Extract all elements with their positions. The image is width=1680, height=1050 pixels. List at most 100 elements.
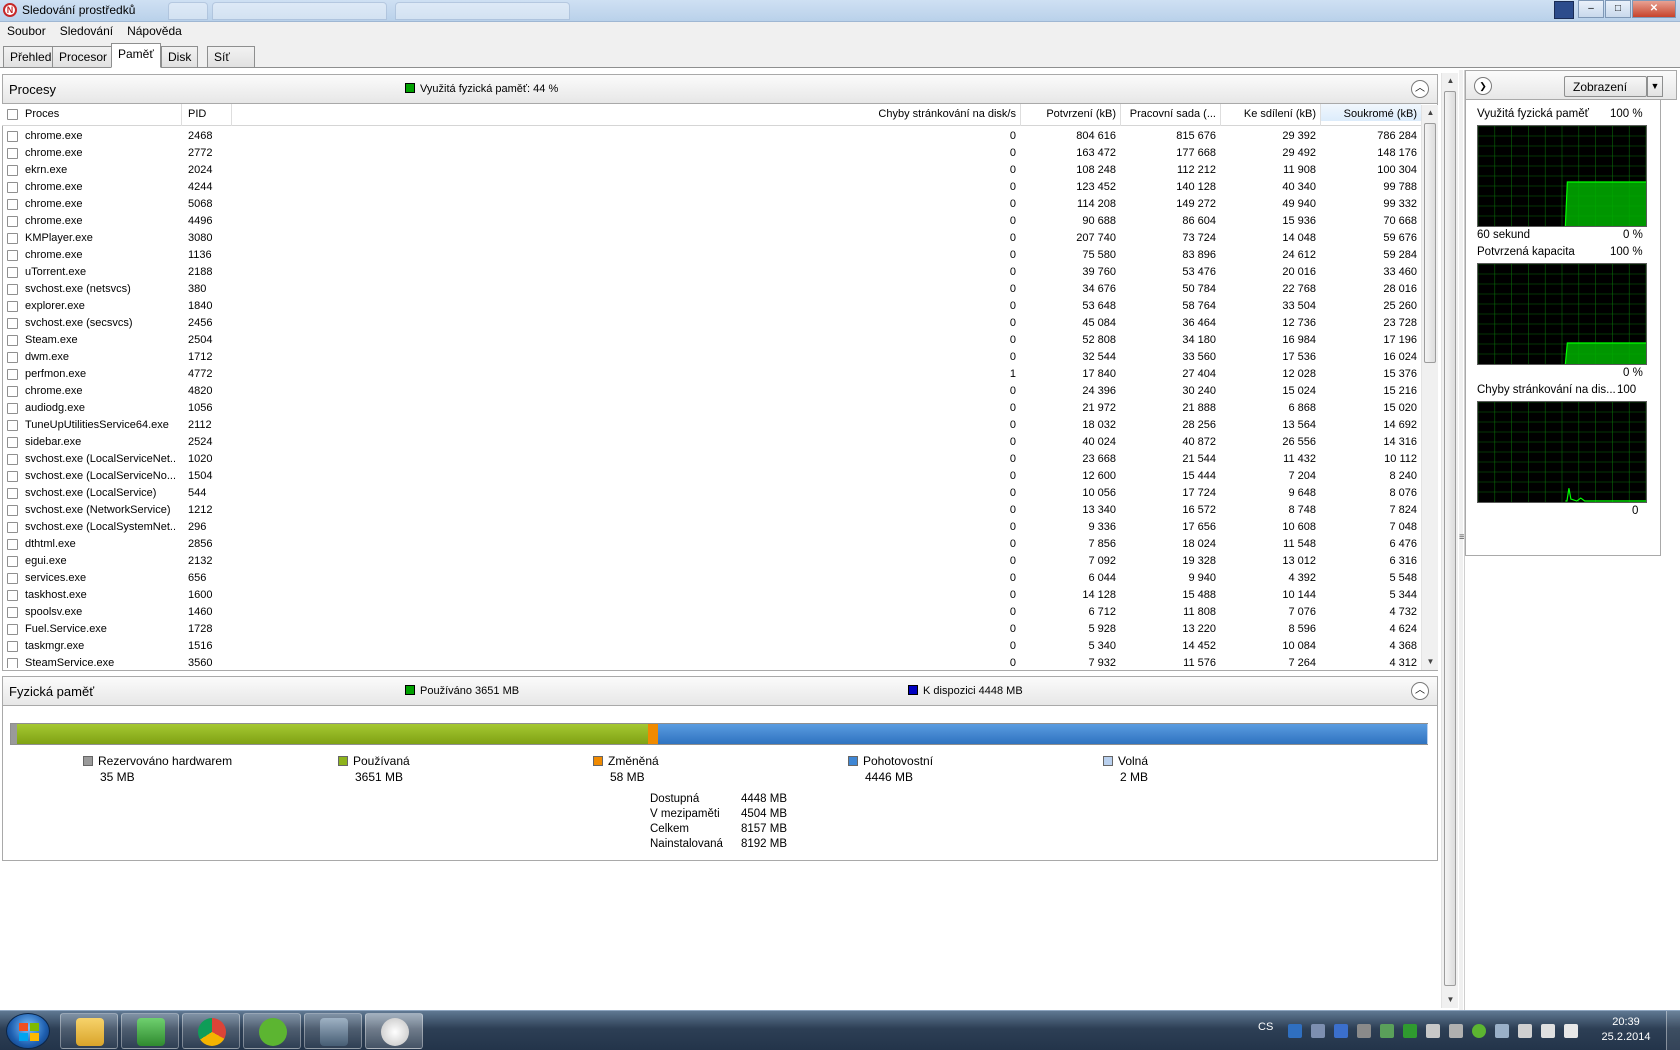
taskbar-explorer[interactable] [60, 1013, 118, 1049]
process-checkbox[interactable] [7, 505, 18, 516]
menu-napoveda[interactable]: Nápověda [120, 22, 189, 41]
table-row[interactable]: uTorrent.exe 2188 0 39 760 53 476 20 016 33 46… [2, 264, 1421, 281]
process-checkbox[interactable] [7, 590, 18, 601]
clock[interactable]: 20:39 25.2.2014 [1596, 1015, 1656, 1045]
eset-icon[interactable] [1288, 1024, 1302, 1038]
steam-icon[interactable] [1426, 1024, 1440, 1038]
table-row[interactable]: chrome.exe 4820 0 24 396 30 240 15 024 15 216 [2, 383, 1421, 400]
start-button[interactable] [6, 1013, 50, 1049]
col-working-set[interactable]: Pracovní sada (... [1124, 108, 1216, 120]
process-checkbox[interactable] [7, 199, 18, 210]
table-row[interactable]: ekrn.exe 2024 0 108 248 112 212 11 908 100 304 [2, 162, 1421, 179]
taskbar-task-manager[interactable] [304, 1013, 362, 1049]
process-checkbox[interactable] [7, 369, 18, 380]
show-desktop-button[interactable] [1666, 1011, 1680, 1050]
process-list-scrollbar[interactable]: ▲ ▼ [1421, 105, 1438, 670]
process-checkbox[interactable] [7, 352, 18, 363]
scroll-down-arrow[interactable]: ▼ [1422, 654, 1439, 670]
taskbar-chrome[interactable] [182, 1013, 240, 1049]
tray-app-icon[interactable] [1403, 1024, 1417, 1038]
table-row[interactable]: taskmgr.exe 1516 0 5 340 14 452 10 084 4 368 [2, 638, 1421, 655]
process-checkbox[interactable] [7, 386, 18, 397]
table-row[interactable]: Fuel.Service.exe 1728 0 5 928 13 220 8 596 4 6… [2, 621, 1421, 638]
table-row[interactable]: spoolsv.exe 1460 0 6 712 11 808 7 076 4 732 [2, 604, 1421, 621]
table-row[interactable]: chrome.exe 5068 0 114 208 149 272 49 940 99 33… [2, 196, 1421, 213]
table-row[interactable]: svchost.exe (netsvcs) 380 0 34 676 50 784 22 … [2, 281, 1421, 298]
table-row[interactable]: services.exe 656 0 6 044 9 940 4 392 5 548 [2, 570, 1421, 587]
tab-disk[interactable]: Disk [161, 46, 199, 67]
table-row[interactable]: chrome.exe 2772 0 163 472 177 668 29 492 148 1… [2, 145, 1421, 162]
process-checkbox[interactable] [7, 556, 18, 567]
table-row[interactable]: KMPlayer.exe 3080 0 207 740 73 724 14 048 59 6… [2, 230, 1421, 247]
process-checkbox[interactable] [7, 216, 18, 227]
table-row[interactable]: audiodg.exe 1056 0 21 972 21 888 6 868 15 020 [2, 400, 1421, 417]
process-checkbox[interactable] [7, 624, 18, 635]
pane-splitter[interactable]: ≡ [1459, 70, 1465, 1010]
bluetooth-icon[interactable] [1334, 1024, 1348, 1038]
col-pid[interactable]: PID [188, 108, 228, 120]
process-checkbox[interactable] [7, 284, 18, 295]
process-checkbox[interactable] [7, 454, 18, 465]
table-row[interactable]: svchost.exe (LocalService) 544 0 10 056 17 7… [2, 485, 1421, 502]
tray-app-icon[interactable] [1449, 1024, 1463, 1038]
scroll-up-arrow[interactable]: ▲ [1442, 73, 1459, 89]
table-row[interactable]: taskhost.exe 1600 0 14 128 15 488 10 144 5 344 [2, 587, 1421, 604]
process-checkbox[interactable] [7, 301, 18, 312]
table-row[interactable]: svchost.exe (secsvcs) 2456 0 45 084 36 464 12… [2, 315, 1421, 332]
process-checkbox[interactable] [7, 607, 18, 618]
table-row[interactable]: egui.exe 2132 0 7 092 19 328 13 012 6 316 [2, 553, 1421, 570]
table-row[interactable]: svchost.exe (NetworkService) 1212 0 13 340 1… [2, 502, 1421, 519]
scroll-up-arrow[interactable]: ▲ [1422, 105, 1439, 121]
taskbar-resource-monitor[interactable] [365, 1013, 423, 1049]
table-row[interactable]: SteamService.exe 3560 0 7 932 11 576 7 264 4 3… [2, 655, 1421, 668]
process-checkbox[interactable] [7, 318, 18, 329]
process-checkbox[interactable] [7, 437, 18, 448]
process-checkbox[interactable] [7, 182, 18, 193]
utorrent-tray-icon[interactable] [1472, 1024, 1486, 1038]
taskbar-kmplayer[interactable] [121, 1013, 179, 1049]
table-row[interactable]: chrome.exe 4244 0 123 452 140 128 40 340 99 78… [2, 179, 1421, 196]
minimize-button[interactable]: – [1578, 0, 1604, 18]
network-icon[interactable] [1541, 1024, 1555, 1038]
table-row[interactable]: perfmon.exe 4772 1 17 840 27 404 12 028 15 376 [2, 366, 1421, 383]
main-pane-scrollbar[interactable]: ▲ ▼ [1441, 73, 1458, 1008]
process-checkbox[interactable] [7, 335, 18, 346]
physical-memory-header[interactable]: Fyzická paměť Používáno 3651 MB K dispoz… [2, 676, 1438, 706]
scroll-thumb[interactable] [1424, 123, 1436, 363]
table-row[interactable]: svchost.exe (LocalServiceNet... 1020 0 23 6… [2, 451, 1421, 468]
table-row[interactable]: svchost.exe (LocalServiceNo... 1504 0 12 60… [2, 468, 1421, 485]
process-checkbox[interactable] [7, 658, 18, 668]
volume-icon[interactable] [1564, 1024, 1578, 1038]
table-row[interactable]: chrome.exe 2468 0 804 616 815 676 29 392 786 2… [2, 128, 1421, 145]
tray-app-icon[interactable] [1495, 1024, 1509, 1038]
process-checkbox[interactable] [7, 148, 18, 159]
tab-prehled[interactable]: Přehled [3, 46, 59, 67]
process-checkbox[interactable] [7, 522, 18, 533]
process-checkbox[interactable] [7, 641, 18, 652]
view-dropdown-arrow[interactable]: ▼ [1647, 76, 1663, 97]
processes-header[interactable]: Procesy Využitá fyzická paměť: 44 % ︿ [2, 74, 1438, 104]
action-center-icon[interactable] [1518, 1024, 1532, 1038]
table-row[interactable]: svchost.exe (LocalSystemNet... 296 0 9 336 1… [2, 519, 1421, 536]
table-row[interactable]: dthtml.exe 2856 0 7 856 18 024 11 548 6 476 [2, 536, 1421, 553]
language-indicator[interactable]: CS [1258, 1021, 1273, 1033]
collapse-processes-button[interactable]: ︿ [1411, 80, 1429, 98]
taskbar-utorrent[interactable] [243, 1013, 301, 1049]
tray-app-icon[interactable] [1380, 1024, 1394, 1038]
col-page-faults[interactable]: Chyby stránkování na disk/s [722, 108, 1016, 120]
tray-app-icon[interactable] [1311, 1024, 1325, 1038]
process-checkbox[interactable] [7, 539, 18, 550]
process-checkbox[interactable] [7, 488, 18, 499]
process-checkbox[interactable] [7, 165, 18, 176]
table-row[interactable]: sidebar.exe 2524 0 40 024 40 872 26 556 14 316 [2, 434, 1421, 451]
tab-pamet[interactable]: Paměť [111, 43, 161, 68]
table-row[interactable]: chrome.exe 4496 0 90 688 86 604 15 936 70 668 [2, 213, 1421, 230]
view-button[interactable]: Zobrazení [1564, 76, 1647, 97]
process-checkbox[interactable] [7, 250, 18, 261]
table-row[interactable]: chrome.exe 1136 0 75 580 83 896 24 612 59 284 [2, 247, 1421, 264]
table-row[interactable]: explorer.exe 1840 0 53 648 58 764 33 504 25 26… [2, 298, 1421, 315]
tray-app-icon[interactable] [1357, 1024, 1371, 1038]
select-all-checkbox[interactable] [7, 109, 18, 120]
close-button[interactable]: ✕ [1632, 0, 1676, 18]
process-checkbox[interactable] [7, 420, 18, 431]
